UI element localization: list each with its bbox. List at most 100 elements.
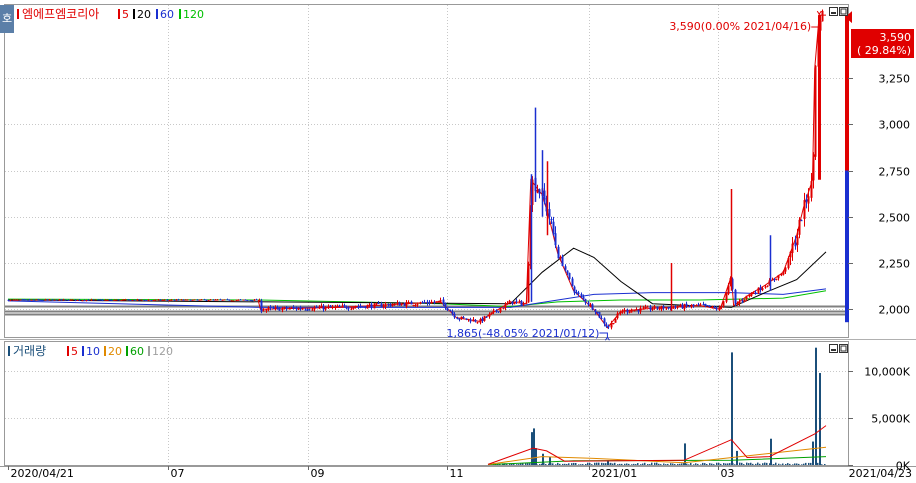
candle-body (205, 299, 208, 301)
candle-body (177, 299, 180, 301)
volume-bar-small (727, 463, 729, 465)
candle-body (235, 300, 238, 302)
candle-body (258, 300, 261, 302)
candle-body (596, 311, 599, 313)
candle-body (97, 299, 100, 301)
candle-body (154, 299, 157, 301)
candle-body (690, 305, 693, 307)
candle-body (527, 264, 530, 303)
volume-bar-small (711, 463, 713, 465)
volume-bar-small (633, 463, 635, 465)
candle-body (152, 300, 155, 302)
volume-bar-small (644, 462, 646, 465)
candle-body (191, 299, 194, 301)
volume-bar-small (610, 462, 612, 465)
volume-bar-small (787, 463, 789, 465)
candle-body-last (818, 15, 821, 180)
candle-body (7, 299, 10, 301)
candle-body (543, 190, 546, 200)
legend-vma5-label: 5 (71, 345, 78, 358)
candle-body (76, 299, 79, 301)
legend-ma60-label: 60 (160, 8, 174, 21)
candle-body (782, 271, 785, 275)
candle-body (398, 302, 401, 306)
candle-body (249, 300, 252, 302)
candle-body (354, 306, 357, 308)
volume-bar-small (821, 464, 823, 465)
x-axis-end-label: 2021/04/23 (849, 467, 912, 479)
candle-body (108, 299, 111, 301)
candle-body (81, 300, 84, 302)
volume-bar-small (672, 463, 674, 465)
candle-body (428, 302, 431, 304)
candle-body (660, 306, 663, 310)
candle-body (334, 306, 337, 308)
volume-bar-small (596, 462, 598, 465)
candle-body (568, 272, 571, 279)
candle-body (331, 306, 334, 308)
volume-bar-small (775, 462, 777, 465)
candle-body (711, 306, 714, 308)
volume-bar-small (762, 463, 764, 465)
candle-body (444, 303, 447, 309)
candle-body (430, 302, 433, 304)
candle-body (621, 311, 624, 313)
volume-bar-small (562, 463, 564, 465)
volume-bar-small (782, 463, 784, 465)
candle-body (297, 308, 300, 310)
price-tick-label: 2,000 (879, 304, 911, 317)
stock-name: 엠에프엠코리아 (22, 7, 99, 21)
candle-body (329, 305, 332, 308)
price-pane-minimize-button[interactable] (829, 7, 838, 16)
volume-bar-small (571, 463, 573, 465)
candle-body (25, 299, 28, 301)
volume-bar-small (695, 463, 697, 465)
candle-body (127, 299, 130, 301)
candle-body (341, 305, 344, 307)
candle-body (78, 299, 81, 301)
candle-body (28, 299, 31, 301)
volume-bar-small (635, 464, 637, 465)
candle-body (214, 299, 217, 301)
candle-body (515, 300, 518, 302)
volume-pane-minimize-button[interactable] (829, 344, 838, 353)
candle-body (616, 313, 619, 319)
candle-body (375, 303, 378, 305)
candle-body (67, 299, 70, 301)
candle-body (518, 300, 521, 302)
candle-body (143, 299, 146, 301)
volume-bar-small (805, 462, 807, 465)
candle-body (313, 307, 316, 310)
volume-bar-small (594, 462, 596, 465)
candle-body (83, 300, 86, 302)
candle-body (538, 189, 541, 194)
candle-body (658, 308, 661, 310)
candle-body (51, 299, 54, 301)
candle-body (771, 279, 774, 281)
volume-bar-small (516, 464, 518, 465)
date-tick-label: 2020/04/21 (11, 467, 74, 479)
volume-bar (819, 373, 821, 465)
candle-body (708, 305, 711, 308)
legend-vma60-label: 60 (130, 345, 144, 358)
volume-title: 거래량 (13, 344, 46, 358)
candle-body (53, 299, 56, 301)
candle-body (99, 299, 102, 301)
volume-bar-small (564, 463, 566, 465)
candle-body (619, 312, 622, 314)
candle-body (748, 295, 751, 297)
candle-body (610, 323, 613, 328)
candle-body (30, 299, 33, 301)
candle-body (299, 307, 302, 310)
candle-body (221, 299, 224, 301)
volume-bar-small (591, 464, 593, 465)
candle-body (550, 219, 553, 221)
legend-swatch-vma120 (148, 346, 150, 356)
legend-swatch-ma20 (133, 9, 135, 19)
candle-body (651, 308, 654, 310)
candle-body (198, 299, 201, 301)
candle-body (216, 299, 219, 301)
volume-bar-small (522, 463, 524, 465)
volume-bar-small (582, 464, 584, 465)
candle-body (784, 267, 787, 272)
